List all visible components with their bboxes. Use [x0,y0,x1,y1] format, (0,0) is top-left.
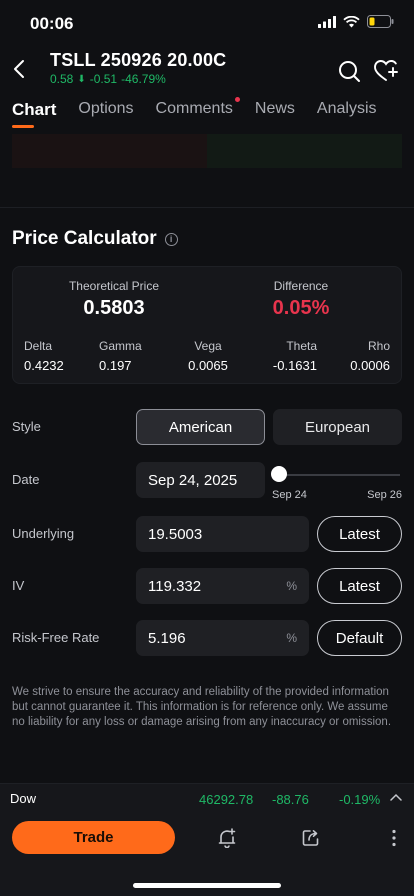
status-time: 00:06 [30,14,74,33]
info-icon[interactable]: i [164,232,178,246]
share-icon[interactable] [301,828,321,848]
greek-gamma-value: 0.197 [99,358,132,373]
underlying-input[interactable]: 19.5003 [136,516,309,552]
search-icon[interactable] [336,58,362,84]
tab-chart[interactable]: Chart [12,100,56,128]
iv-label: IV [12,578,25,593]
home-indicator[interactable] [133,883,281,888]
greek-rho: Rho 0.0006 [343,339,390,373]
iv-value: 119.332 [148,577,202,595]
bottom-action-bar: Trade [0,813,414,896]
trade-button[interactable]: Trade [12,821,175,854]
price-change-pct: -46.79% [121,72,166,86]
tab-chart-label: Chart [12,100,57,119]
underlying-row: Underlying 19.5003 Latest [12,516,402,552]
battery-icon [367,15,394,28]
greek-theta-value: -0.1631 [272,358,317,373]
index-ticker-bar[interactable]: Dow 46292.78 -88.76 -0.19% [0,783,414,813]
price-calculator-title: Price Calculator i [12,228,178,250]
greek-rho-label: Rho [367,339,390,353]
chart-preview-strip [12,134,402,168]
greek-gamma: Gamma 0.197 [99,339,142,373]
greek-delta-label: Delta [24,339,53,353]
tab-options[interactable]: Options [78,100,133,128]
greek-theta: Theta -0.1631 [271,339,317,373]
tab-comments-label: Comments [155,100,233,117]
tab-news[interactable]: News [255,100,295,128]
index-change: -88.76 [272,792,309,807]
notification-dot [234,97,240,102]
index-name: Dow [10,791,37,806]
iv-input[interactable]: 119.332 % [136,568,309,604]
index-value: 46292.78 [199,792,254,807]
date-row: Date Sep 24, 2025 Sep 24 Sep 26 [12,462,402,501]
greek-vega-label: Vega [194,339,222,353]
slider-start-label: Sep 24 [272,489,307,501]
risk-free-rate-default-button[interactable]: Default [317,620,402,656]
tab-options-label: Options [78,100,134,117]
cellular-signal-icon [318,15,336,28]
greek-gamma-label: Gamma [99,339,142,353]
difference-label: Difference [273,279,329,293]
slider-end-label: Sep 26 [367,489,402,501]
greek-theta-label: Theta [286,339,317,353]
date-slider-thumb[interactable] [271,466,287,482]
price-change: -0.51 [89,72,118,86]
iv-latest-button[interactable]: Latest [317,568,402,604]
status-bar: 00:06 [0,0,414,44]
theoretical-price-label: Theoretical Price [68,279,160,293]
tab-news-label: News [254,100,295,117]
index-change-pct: -0.19% [339,792,381,807]
price-calculator-title-text: Price Calculator [12,228,157,249]
date-field[interactable]: Sep 24, 2025 [136,462,265,498]
underlying-label: Underlying [12,526,75,541]
chevron-up-icon[interactable] [390,793,402,801]
date-slider-track[interactable] [279,474,400,476]
iv-row: IV 119.332 % Latest [12,568,402,604]
risk-free-rate-input[interactable]: 5.196 % [136,620,309,656]
risk-free-rate-label: Risk-Free Rate [12,630,100,645]
result-card: Theoretical Price 0.5803 Difference 0.05… [12,266,402,384]
bell-plus-icon[interactable] [217,828,237,848]
last-price: 0.58 [50,72,74,86]
chart-strip-green-zone [207,134,402,168]
more-vertical-icon[interactable] [384,828,404,848]
tab-comments[interactable]: Comments [155,97,240,128]
date-label: Date [12,472,40,487]
greek-rho-value: 0.0006 [350,358,390,373]
wifi-icon [343,15,360,27]
style-row: Style American European [12,409,402,445]
tab-bar: Chart Options Comments News Analysis [12,97,399,128]
heart-plus-icon[interactable] [373,58,399,84]
greek-delta-value: 0.4232 [24,358,64,373]
theoretical-price-value: 0.5803 [83,297,145,319]
difference-value: 0.05% [272,297,330,319]
underlying-latest-button[interactable]: Latest [317,516,402,552]
risk-free-rate-row: Risk-Free Rate 5.196 % Default [12,620,402,656]
style-european-button[interactable]: European [273,409,402,445]
quote-line: 0.58 ⬇ -0.51 -46.79% [50,72,166,86]
arrow-down-icon: ⬇ [77,73,86,85]
iv-percent-unit: % [286,579,297,593]
option-ticker: TSLL 250926 20.00C [50,50,227,70]
active-tab-indicator [12,125,34,128]
section-divider [0,207,414,208]
chart-strip-red-zone [12,134,207,168]
back-arrow-icon[interactable] [10,58,30,80]
tab-analysis[interactable]: Analysis [317,100,377,128]
style-label: Style [12,419,41,434]
status-icons [318,15,394,28]
tab-analysis-label: Analysis [316,100,377,117]
greek-vega: Vega 0.0065 [185,339,231,373]
risk-free-rate-value: 5.196 [148,629,186,647]
disclaimer-text: We strive to ensure the accuracy and rel… [12,686,392,728]
risk-free-rate-percent-unit: % [286,631,297,645]
style-american-button[interactable]: American [136,409,265,445]
header: TSLL 250926 20.00C 0.58 ⬇ -0.51 -46.79% [0,44,414,92]
greek-delta: Delta 0.4232 [24,339,64,373]
greek-vega-value: 0.0065 [188,358,228,373]
